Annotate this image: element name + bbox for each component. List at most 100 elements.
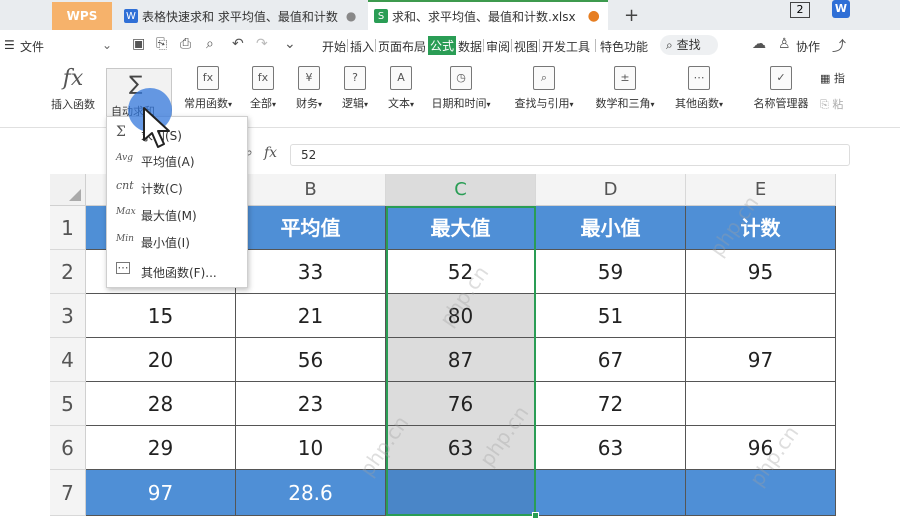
cnt-icon: cnt (116, 179, 134, 192)
cell-e5[interactable] (686, 382, 836, 426)
row-header-2[interactable]: 2 (50, 250, 86, 294)
cell-d2[interactable]: 59 (536, 250, 686, 294)
other-functions-button[interactable]: ⋯ 其他函数▾ (670, 66, 728, 111)
column-header-c[interactable]: C (386, 174, 536, 206)
menu-item-average[interactable]: Avg 平均值(A) (107, 147, 247, 173)
print-icon[interactable]: ⎙ (180, 36, 191, 52)
row-header-7[interactable]: 7 (50, 470, 86, 516)
cell-c1[interactable]: 最大值 (386, 206, 536, 250)
undo-icon[interactable]: ↶ (232, 36, 244, 52)
fill-handle[interactable] (532, 512, 539, 519)
cell-b1[interactable]: 平均值 (236, 206, 386, 250)
cell-c7[interactable] (386, 470, 536, 516)
cell-b3[interactable]: 21 (236, 294, 386, 338)
save-icon[interactable]: ▣ (132, 36, 145, 52)
chevron-down-icon[interactable]: ⌄ (102, 38, 112, 52)
cell-a5[interactable]: 28 (86, 382, 236, 426)
window-count-badge[interactable]: 2 (790, 2, 810, 18)
menu-file[interactable]: 文件 (20, 38, 44, 55)
tab-spreadsheet[interactable]: S 求和、求平均值、最值和计数.xlsx ● (368, 0, 608, 30)
cell-e4[interactable]: 97 (686, 338, 836, 382)
formula-fx-icon[interactable]: fx (264, 145, 277, 161)
formula-input[interactable]: 52 (290, 144, 850, 166)
cell-d4[interactable]: 67 (536, 338, 686, 382)
menu-item-other-functions-label: 其他函数(F)... (141, 266, 217, 280)
cell-d5[interactable]: 72 (536, 382, 686, 426)
menu-review[interactable]: 审阅 (486, 38, 510, 55)
logic-button[interactable]: ? 逻辑▾ (338, 66, 372, 111)
cell-d6[interactable]: 63 (536, 426, 686, 470)
menu-item-min[interactable]: Min 最小值(I) (107, 228, 247, 254)
row-header-4[interactable]: 4 (50, 338, 86, 382)
row-header-3[interactable]: 3 (50, 294, 86, 338)
cell-b7[interactable]: 28.6 (236, 470, 386, 516)
menu-item-sum[interactable]: Σ 求和(S) (107, 121, 247, 147)
common-functions-button[interactable]: fx 常用函数▾ (180, 66, 236, 111)
tab-status-dot-icon[interactable]: ● (346, 9, 356, 23)
menu-special[interactable]: 特色功能 (600, 38, 648, 55)
name-manager-button[interactable]: ✓ 名称管理器 (748, 66, 814, 111)
menu-formulas[interactable]: 公式 (428, 36, 457, 55)
cell-d3[interactable]: 51 (536, 294, 686, 338)
select-all-corner[interactable] (50, 174, 86, 206)
menu-data[interactable]: 数据 (458, 38, 482, 55)
datetime-button[interactable]: ◷ 日期和时间▾ (428, 66, 494, 111)
collaborate-button[interactable]: 协作 (796, 38, 820, 55)
cell-e3[interactable] (686, 294, 836, 338)
cell-b2[interactable]: 33 (236, 250, 386, 294)
table-icon: ▦ (820, 72, 831, 85)
paste-label: 粘 (832, 98, 844, 111)
row-header-5[interactable]: 5 (50, 382, 86, 426)
hamburger-icon[interactable]: ☰ (4, 38, 15, 52)
cell-e2[interactable]: 95 (686, 250, 836, 294)
math-button[interactable]: ± 数学和三角▾ (590, 66, 660, 111)
column-header-d[interactable]: D (536, 174, 686, 206)
customize-chevron-icon[interactable]: ⌄ (284, 36, 296, 52)
export-icon[interactable]: ⎘ (156, 36, 167, 52)
menu-home[interactable]: 开始 (322, 38, 346, 55)
cell-b5[interactable]: 23 (236, 382, 386, 426)
redo-icon[interactable]: ↷ (256, 36, 268, 52)
preview-icon[interactable]: ⌕ (206, 36, 214, 52)
all-function-icon: fx (252, 66, 274, 90)
share-icon[interactable]: ⤴ (832, 36, 846, 56)
cell-d7[interactable] (536, 470, 686, 516)
menu-insert[interactable]: 插入 (350, 38, 374, 55)
column-header-e[interactable]: E (686, 174, 836, 206)
menu-item-count[interactable]: cnt 计数(C) (107, 174, 247, 200)
cell-a4[interactable]: 20 (86, 338, 236, 382)
cell-c4[interactable]: 87 (386, 338, 536, 382)
word-doc-icon: W (124, 9, 138, 23)
tab-document[interactable]: W 表格快速求和 求平均值、最值和计数 ● (118, 2, 358, 30)
wps-home-tab[interactable]: WPS (52, 2, 112, 30)
all-functions-button[interactable]: fx 全部▾ (246, 66, 280, 111)
menu-view[interactable]: 视图 (514, 38, 538, 55)
text-button[interactable]: A 文本▾ (384, 66, 418, 111)
search-box[interactable]: ⌕ 查找 (660, 35, 718, 55)
column-header-b[interactable]: B (236, 174, 386, 206)
menu-item-average-label: 平均值(A) (141, 155, 195, 169)
menu-item-max[interactable]: Max 最大值(M) (107, 201, 247, 227)
user-icon[interactable]: ♙ (778, 36, 791, 52)
row-header-6[interactable]: 6 (50, 426, 86, 470)
cell-a7[interactable]: 97 (86, 470, 236, 516)
cell-b4[interactable]: 56 (236, 338, 386, 382)
paste-button[interactable]: ⎘ 粘 (820, 96, 850, 112)
cell-a6[interactable]: 29 (86, 426, 236, 470)
max-icon: Max (116, 207, 136, 217)
unsaved-dot-icon[interactable]: ● (588, 8, 600, 24)
specify-button[interactable]: ▦ 指 (820, 70, 850, 86)
cloud-icon[interactable]: ☁ (752, 36, 766, 52)
row-header-1[interactable]: 1 (50, 206, 86, 250)
finance-button[interactable]: ¥ 财务▾ (292, 66, 326, 111)
wps-account-icon[interactable]: W (832, 0, 850, 18)
menu-item-other-functions[interactable]: ⋯ 其他函数(F)... (107, 258, 247, 284)
insert-function-button[interactable]: fx 插入函数 (48, 66, 98, 112)
menu-page-layout[interactable]: 页面布局 (378, 38, 426, 55)
menu-developer[interactable]: 开发工具 (542, 38, 590, 55)
name-manager-icon: ✓ (770, 66, 792, 90)
lookup-button[interactable]: ⌕ 查找与引用▾ (508, 66, 580, 111)
cell-d1[interactable]: 最小值 (536, 206, 686, 250)
cell-a3[interactable]: 15 (86, 294, 236, 338)
new-tab-button[interactable]: + (624, 5, 639, 26)
